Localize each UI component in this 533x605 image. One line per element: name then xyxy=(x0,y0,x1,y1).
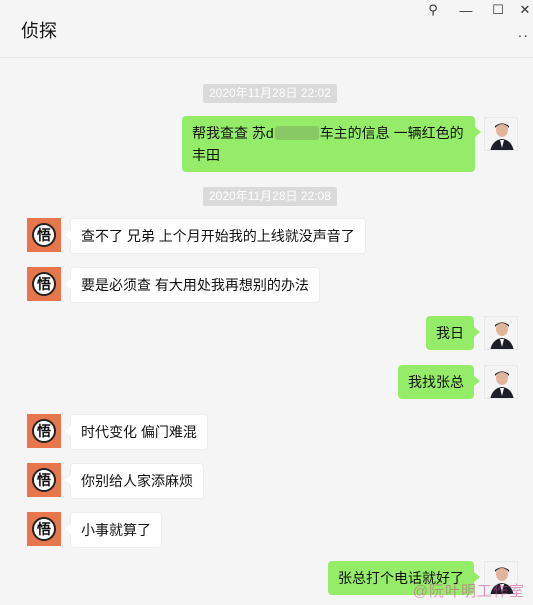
message-text-line2: 丰田 xyxy=(192,147,220,163)
message-bubble-received[interactable]: 小事就算了 xyxy=(65,512,162,548)
wu-emblem-icon: 悟 xyxy=(32,468,56,492)
wu-emblem-icon: 悟 xyxy=(32,272,56,296)
avatar[interactable] xyxy=(484,117,518,151)
close-button[interactable]: ✕ xyxy=(513,0,533,20)
avatar[interactable] xyxy=(484,365,518,399)
avatar[interactable]: 悟 xyxy=(27,463,61,497)
message-text: 帮我查查 苏d 车主的信息 一辆红色的 xyxy=(192,125,464,141)
avatar[interactable] xyxy=(484,316,518,350)
avatar[interactable]: 悟 xyxy=(27,414,61,448)
timestamp: 2020年11月28日 22:02 xyxy=(203,84,337,103)
avatar[interactable]: 悟 xyxy=(27,512,61,546)
message-bubble-sent[interactable]: 我找张总 xyxy=(398,365,480,399)
title-bar: 侦探 ⚲ — ☐ ✕ ·· xyxy=(0,0,533,58)
avatar[interactable]: 悟 xyxy=(27,218,61,252)
maximize-button[interactable]: ☐ xyxy=(486,0,510,20)
wu-emblem-icon: 悟 xyxy=(32,223,56,247)
man-avatar-icon xyxy=(485,317,517,349)
message-bubble-received[interactable]: 要是必须查 有大用处我再想别的办法 xyxy=(65,267,320,303)
message-list[interactable]: 2020年11月28日 22:02 帮我查查 苏d 车主的信息 一辆红色的 丰田 … xyxy=(0,58,533,605)
message-bubble-received[interactable]: 你别给人家添麻烦 xyxy=(65,463,204,499)
man-avatar-icon xyxy=(485,366,517,398)
chat-title: 侦探 xyxy=(21,21,57,41)
message-bubble-received[interactable]: 时代变化 偏门难混 xyxy=(65,414,208,450)
more-options-icon[interactable]: ·· xyxy=(518,27,529,43)
chat-window: 侦探 ⚲ — ☐ ✕ ·· 2020年11月28日 22:02 帮我查查 苏d 车… xyxy=(0,0,533,605)
man-avatar-icon xyxy=(485,118,517,150)
avatar[interactable]: 悟 xyxy=(27,267,61,301)
redacted-blur xyxy=(274,126,319,140)
pin-icon[interactable]: ⚲ xyxy=(421,0,445,20)
message-bubble-sent[interactable]: 我日 xyxy=(426,316,480,350)
timestamp: 2020年11月28日 22:08 xyxy=(203,187,337,206)
message-bubble-received[interactable]: 查不了 兄弟 上个月开始我的上线就没声音了 xyxy=(65,218,366,254)
wu-emblem-icon: 悟 xyxy=(32,419,56,443)
message-bubble-sent[interactable]: 帮我查查 苏d 车主的信息 一辆红色的 丰田 xyxy=(182,116,481,172)
wu-emblem-icon: 悟 xyxy=(32,517,56,541)
watermark: @阮叶明工作室 xyxy=(412,583,525,600)
minimize-button[interactable]: — xyxy=(454,0,478,20)
